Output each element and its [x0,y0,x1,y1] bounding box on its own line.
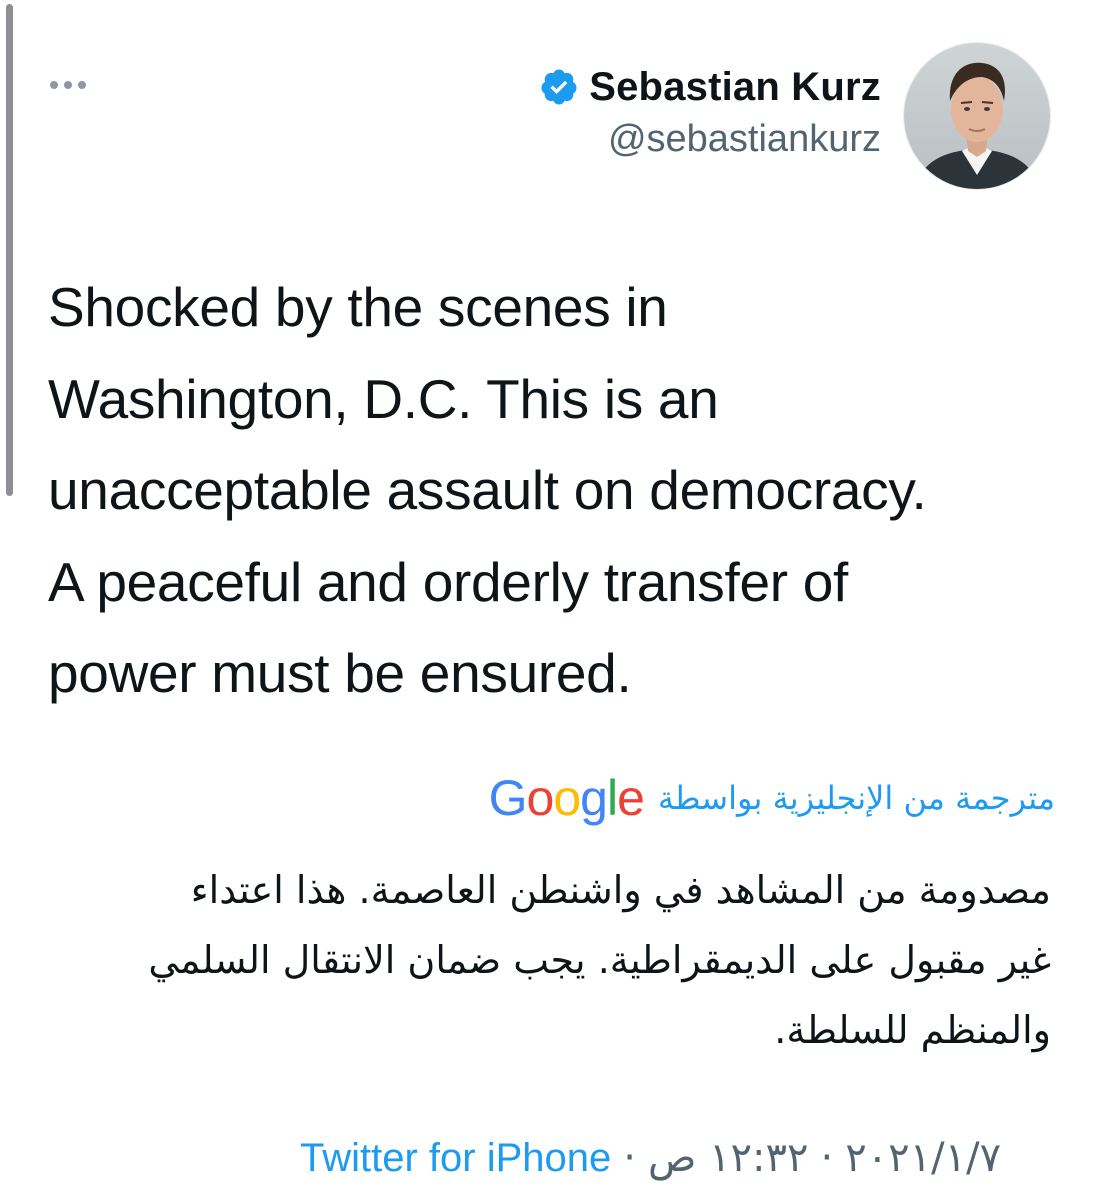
tweet-time[interactable]: ١٢:٣٢ ص [648,1135,809,1181]
tweet-text-line: Washington, D.C. This is an [48,367,719,430]
avatar[interactable] [903,42,1051,190]
google-logo-letter: l [606,770,618,826]
more-dot [50,81,58,89]
tweet-text-line: Shocked by the scenes in [48,276,668,338]
profile-photo [904,43,1050,189]
translated-text: مصدومة من المشاهد في واشنطن العاصمة. هذا… [41,855,1051,1065]
more-dot [78,81,86,89]
tweet-text-line: A peaceful and orderly transfer of [48,550,849,613]
more-options-icon[interactable] [50,78,96,92]
tweet-text-line: power must be ensured. [48,642,632,704]
translation-header: مترجمة من الإنجليزية بواسطة Google [489,768,1055,828]
tweet-date[interactable]: ٢٠٢١/١/٧ [845,1135,1001,1181]
more-dot [64,81,72,89]
author-display-name[interactable]: Sebastian Kurz [589,65,881,110]
verified-badge-icon [541,69,577,105]
scrollbar[interactable] [6,4,13,496]
meta-separator: · [820,1135,834,1181]
tweet-text: Shocked by the scenes in Washington, D.C… [48,262,1088,720]
tweet-text-line: unacceptable assault on democracy. [48,459,927,521]
author-name-row: Sebastian Kurz [539,62,881,112]
meta-separator: · [623,1135,636,1181]
google-logo-letter: o [526,770,555,826]
google-logo-letter: o [553,770,581,826]
tweet-meta: Twitter for iPhone · ١٢:٣٢ ص · ٢٠٢١/١/٧ [300,1128,1001,1188]
translated-text-line: مصدومة من المشاهد في واشنطن العاصمة. هذا… [190,868,1051,912]
google-logo-letter: G [488,770,528,826]
author-block: Sebastian Kurz @sebastiankurz [539,62,881,161]
translated-text-line: غير مقبول على الديمقراطية. يجب ضمان الان… [148,938,1051,982]
translated-by-label[interactable]: مترجمة من الإنجليزية بواسطة [658,779,1055,817]
translated-text-line: والمنظم للسلطة. [774,1008,1051,1052]
google-logo-letter: e [617,770,645,826]
tweet-source-link[interactable]: Twitter for iPhone [300,1136,611,1181]
google-logo: Google [488,769,645,827]
google-logo-letter: g [580,770,608,826]
author-handle[interactable]: @sebastiankurz [539,118,881,161]
